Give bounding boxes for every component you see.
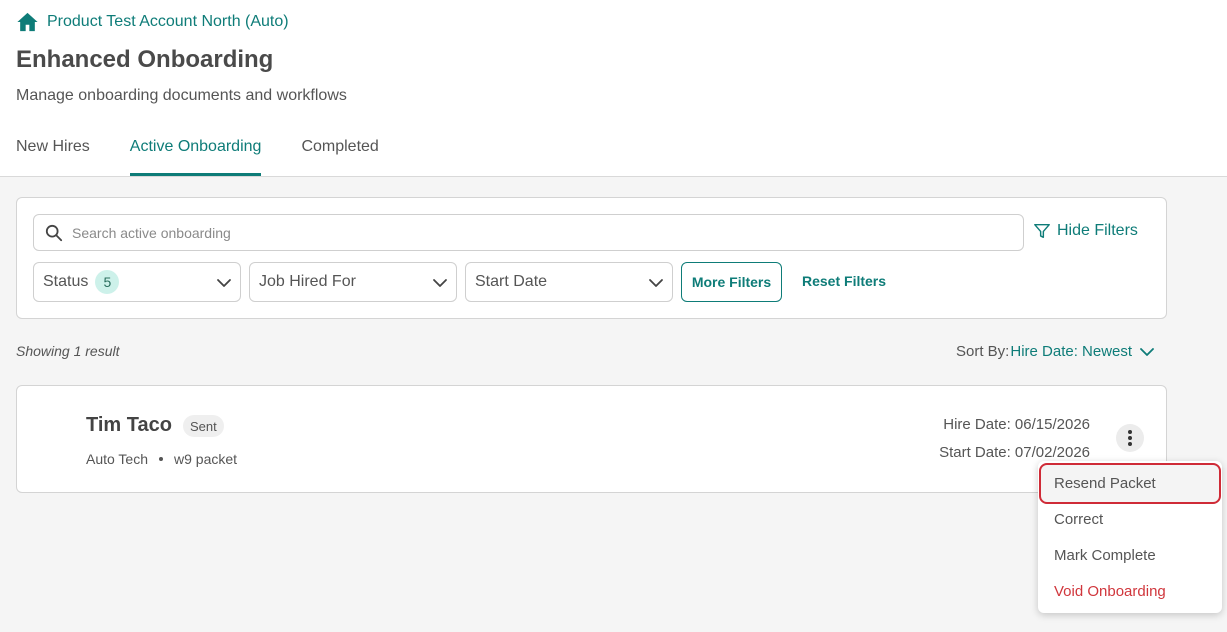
reset-filters-button[interactable]: Reset Filters bbox=[802, 273, 886, 289]
status-filter-label: Status bbox=[43, 273, 89, 290]
menu-item-correct[interactable]: Correct bbox=[1054, 511, 1103, 528]
tab-new-hires[interactable]: New Hires bbox=[16, 138, 90, 176]
breadcrumb[interactable]: Product Test Account North (Auto) bbox=[16, 11, 289, 33]
filter-icon bbox=[1034, 223, 1050, 239]
sort-label: Sort By: bbox=[956, 343, 1010, 360]
search-icon bbox=[45, 224, 63, 241]
breadcrumb-label: Product Test Account North (Auto) bbox=[47, 13, 289, 30]
card-meta: Auto Tech w9 packet bbox=[86, 451, 237, 467]
menu-item-void-onboarding[interactable]: Void Onboarding bbox=[1054, 583, 1166, 600]
start-date: Start Date: 07/02/2026 bbox=[939, 444, 1090, 461]
department-label: Auto Tech bbox=[86, 451, 149, 467]
search-box[interactable] bbox=[33, 214, 1024, 251]
chevron-down-icon bbox=[433, 279, 447, 287]
tab-bar: New Hires Active Onboarding Completed bbox=[16, 138, 419, 176]
packet-label: w9 packet bbox=[174, 451, 238, 467]
home-icon bbox=[17, 12, 38, 32]
job-hired-for-select[interactable]: Job Hired For bbox=[249, 262, 457, 302]
sort-dropdown[interactable]: Sort By: Hire Date: Newest bbox=[956, 343, 1155, 360]
menu-item-mark-complete[interactable]: Mark Complete bbox=[1054, 547, 1156, 564]
chevron-down-icon bbox=[1140, 347, 1154, 356]
menu-item-resend-packet[interactable]: Resend Packet bbox=[1039, 463, 1221, 504]
employee-name: Tim Taco bbox=[86, 414, 172, 436]
result-count: Showing 1 result bbox=[16, 343, 120, 359]
page-title: Enhanced Onboarding bbox=[16, 46, 274, 73]
search-input[interactable] bbox=[72, 224, 972, 241]
start-date-label: Start Date bbox=[475, 273, 548, 290]
more-filters-button[interactable]: More Filters bbox=[681, 262, 782, 302]
menu-item-label: Resend Packet bbox=[1054, 475, 1156, 492]
chevron-down-icon bbox=[649, 279, 663, 287]
hide-filters-button[interactable]: Hide Filters bbox=[1033, 222, 1138, 240]
card-actions-menu: Resend Packet Correct Mark Complete Void… bbox=[1038, 461, 1222, 613]
status-count-badge: 5 bbox=[95, 270, 120, 294]
tab-completed[interactable]: Completed bbox=[301, 138, 378, 176]
job-hired-for-label: Job Hired For bbox=[259, 273, 356, 290]
hide-filters-label: Hide Filters bbox=[1057, 222, 1138, 239]
status-badge: Sent bbox=[183, 415, 224, 437]
page-subtitle: Manage onboarding documents and workflow… bbox=[16, 87, 347, 104]
separator-dot bbox=[159, 457, 164, 461]
more-vertical-icon[interactable] bbox=[1116, 424, 1144, 452]
sort-value: Hire Date: Newest bbox=[1010, 343, 1133, 360]
start-date-select[interactable]: Start Date bbox=[465, 262, 673, 302]
hire-date: Hire Date: 06/15/2026 bbox=[943, 416, 1090, 433]
chevron-down-icon bbox=[217, 279, 231, 287]
tab-active-onboarding[interactable]: Active Onboarding bbox=[129, 138, 261, 176]
filter-panel: Hide Filters Status 5 Job Hired For Star… bbox=[16, 197, 1167, 319]
status-filter-select[interactable]: Status 5 bbox=[33, 262, 241, 302]
onboarding-card[interactable]: Tim Taco Sent Auto Tech w9 packet Hire D… bbox=[16, 385, 1167, 493]
page-header: Product Test Account North (Auto) Enhanc… bbox=[0, 0, 1227, 177]
